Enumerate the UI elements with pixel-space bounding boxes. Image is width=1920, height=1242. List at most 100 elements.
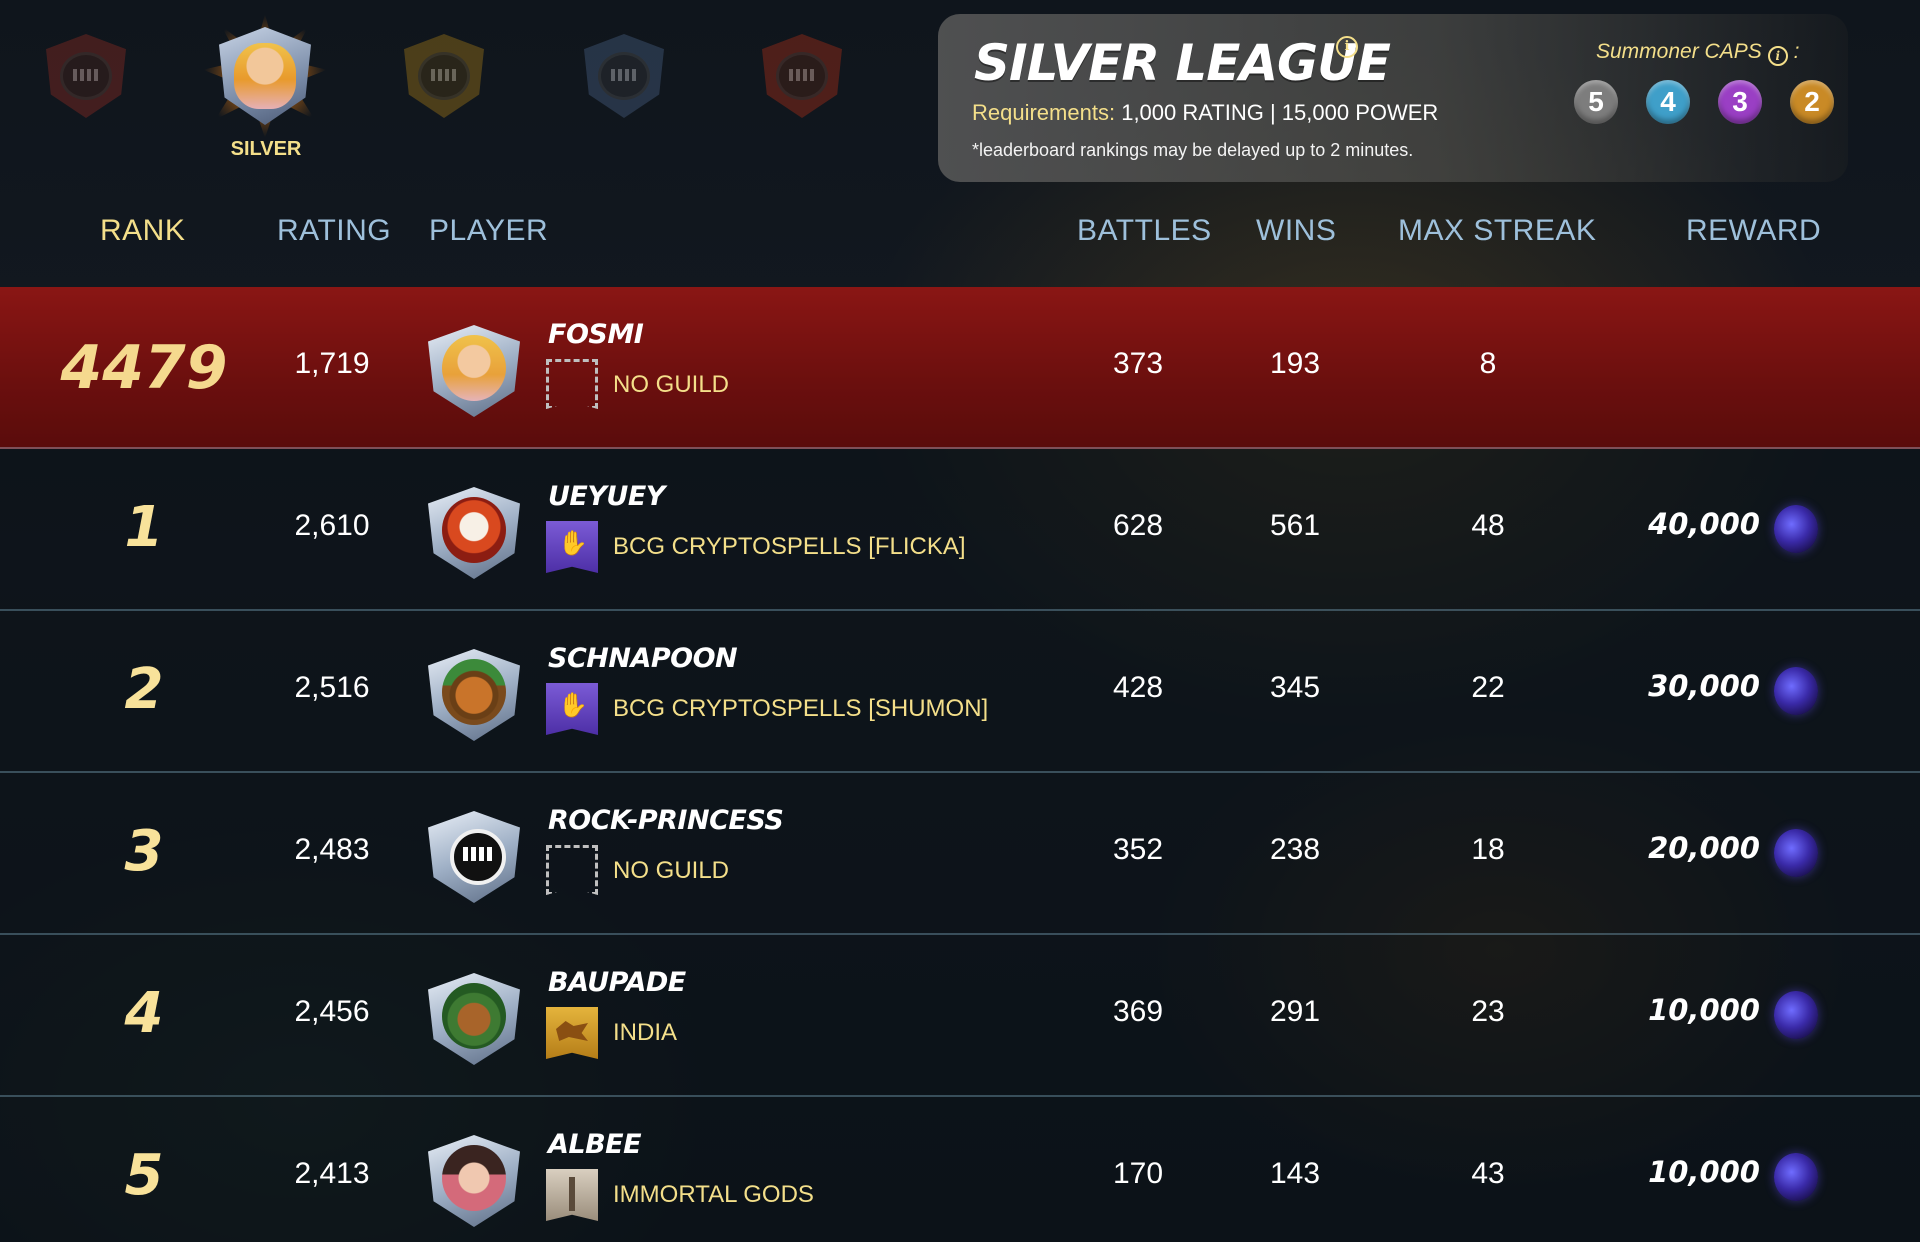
player-name[interactable]: ROCK-PRINCESS (548, 805, 784, 836)
table-row[interactable]: 2 2,516 SCHNAPOON BCG CRYPTOSPELLS [SHUM… (0, 611, 1920, 773)
player-name[interactable]: BAUPADE (548, 967, 686, 998)
guild-name[interactable]: BCG CRYPTOSPELLS [SHUMON] (613, 695, 988, 723)
rank-cell: 5 (124, 1143, 164, 1208)
rank-cell: 1 (124, 495, 164, 560)
rating-cell: 1,719 (294, 347, 370, 380)
player-name[interactable]: FOSMI (548, 319, 644, 350)
table-row-current-player[interactable]: 4479 1,719 FOSMI NO GUILD 373 193 8 (0, 287, 1920, 449)
no-guild-icon (546, 359, 598, 409)
reward-amount: 30,000 (1648, 669, 1760, 703)
max-streak-cell: 8 (1479, 347, 1497, 380)
battles-cell: 170 (1112, 1157, 1164, 1190)
reward-amount: 40,000 (1648, 507, 1760, 541)
col-reward: REWARD (1686, 214, 1822, 247)
avatar[interactable] (428, 487, 520, 579)
wins-cell: 345 (1269, 671, 1321, 704)
bronze-league-icon[interactable] (36, 26, 136, 126)
avatar[interactable] (428, 325, 520, 417)
table-row[interactable]: 5 2,413 ALBEE IMMORTAL GODS 170 143 43 1… (0, 1097, 1920, 1242)
diamond-league-icon[interactable] (574, 26, 674, 126)
champion-league-icon[interactable] (752, 26, 852, 126)
rank-cell: 2 (124, 657, 164, 722)
col-rank: RANK (100, 214, 186, 247)
reward-amount: 10,000 (1648, 993, 1760, 1027)
battles-cell: 428 (1112, 671, 1164, 704)
max-streak-cell: 43 (1471, 1157, 1505, 1190)
caps-info-icon[interactable]: i (1767, 46, 1788, 66)
no-guild-icon (546, 845, 598, 895)
rating-cell: 2,456 (294, 995, 370, 1028)
max-streak-cell: 22 (1471, 671, 1505, 704)
rating-cell: 2,413 (294, 1157, 370, 1190)
wins-cell: 561 (1269, 509, 1321, 542)
player-name[interactable]: ALBEE (548, 1129, 642, 1160)
avatar[interactable] (428, 811, 520, 903)
battles-cell: 628 (1112, 509, 1164, 542)
league-info-panel: SILVER LEAGUE i Requirements: 1,000 RATI… (938, 14, 1848, 182)
cap-common: 5 (1574, 80, 1618, 124)
summoner-caps-suffix: : (1793, 40, 1800, 63)
max-streak-cell: 18 (1471, 833, 1505, 866)
reward-orb-icon (1774, 991, 1818, 1039)
cap-epic: 3 (1718, 80, 1762, 124)
reward-orb-icon (1774, 667, 1818, 715)
col-battles: BATTLES (1077, 214, 1212, 247)
rank-cell: 3 (124, 819, 164, 884)
summoner-caps-label: Summoner CAPS i : (1596, 40, 1799, 66)
gold-league-icon[interactable] (394, 26, 494, 126)
wins-cell: 238 (1269, 833, 1321, 866)
guild-name[interactable]: INDIA (613, 1019, 677, 1047)
guild-sword-icon (546, 1169, 598, 1221)
league-title: SILVER LEAGUE (974, 34, 1391, 92)
delay-note: *leaderboard rankings may be delayed up … (972, 140, 1414, 160)
col-max-streak: MAX STREAK (1398, 214, 1597, 247)
guild-name[interactable]: BCG CRYPTOSPELLS [FLICKA] (613, 533, 966, 561)
rank-cell: 4 (124, 981, 164, 1046)
col-player: PLAYER (429, 214, 549, 247)
player-name[interactable]: SCHNAPOON (548, 643, 738, 674)
silver-league-icon[interactable] (203, 14, 327, 138)
battles-cell: 369 (1112, 995, 1164, 1028)
wins-cell: 291 (1269, 995, 1321, 1028)
battles-cell: 373 (1112, 347, 1164, 380)
wins-cell: 193 (1269, 347, 1321, 380)
table-row[interactable]: 1 2,610 UEYUEY BCG CRYPTOSPELLS [FLICKA]… (0, 449, 1920, 611)
battles-cell: 352 (1112, 833, 1164, 866)
avatar[interactable] (428, 1135, 520, 1227)
rank-cell: 4479 (60, 333, 228, 403)
league-nav: SILVER (0, 0, 900, 180)
summoner-caps: 5 4 3 2 (1574, 80, 1834, 124)
active-league-label: SILVER (230, 138, 302, 160)
table-row[interactable]: 4 2,456 BAUPADE INDIA 369 291 23 10,000 (0, 935, 1920, 1097)
reward-amount: 10,000 (1648, 1155, 1760, 1189)
rating-cell: 2,516 (294, 671, 370, 704)
guild-wolf-icon (546, 1007, 598, 1059)
avatar[interactable] (428, 649, 520, 741)
guild-name[interactable]: IMMORTAL GODS (613, 1181, 814, 1209)
col-rating: RATING (277, 214, 392, 247)
info-icon[interactable]: i (1336, 36, 1358, 58)
cap-rare: 4 (1646, 80, 1690, 124)
col-wins: WINS (1256, 214, 1337, 247)
reward-orb-icon (1774, 829, 1818, 877)
wins-cell: 143 (1269, 1157, 1321, 1190)
reward-orb-icon (1774, 505, 1818, 553)
guild-hand-icon (546, 683, 598, 735)
max-streak-cell: 23 (1471, 995, 1505, 1028)
rating-cell: 2,610 (294, 509, 370, 542)
player-name[interactable]: UEYUEY (548, 481, 665, 512)
table-row[interactable]: 3 2,483 ROCK-PRINCESS NO GUILD 352 238 1… (0, 773, 1920, 935)
requirements: Requirements: 1,000 RATING | 15,000 POWE… (972, 100, 1438, 126)
avatar[interactable] (428, 973, 520, 1065)
guild-name: NO GUILD (613, 371, 730, 398)
guild-name: NO GUILD (613, 857, 730, 884)
requirements-label: Requirements: (972, 100, 1116, 125)
rating-cell: 2,483 (294, 833, 370, 866)
cap-legendary: 2 (1790, 80, 1834, 124)
summoner-caps-text: Summoner CAPS (1596, 40, 1762, 63)
reward-amount: 20,000 (1648, 831, 1760, 865)
max-streak-cell: 48 (1471, 509, 1505, 542)
reward-orb-icon (1774, 1153, 1818, 1201)
guild-hand-icon (546, 521, 598, 573)
requirements-value: 1,000 RATING | 15,000 POWER (1121, 100, 1439, 125)
